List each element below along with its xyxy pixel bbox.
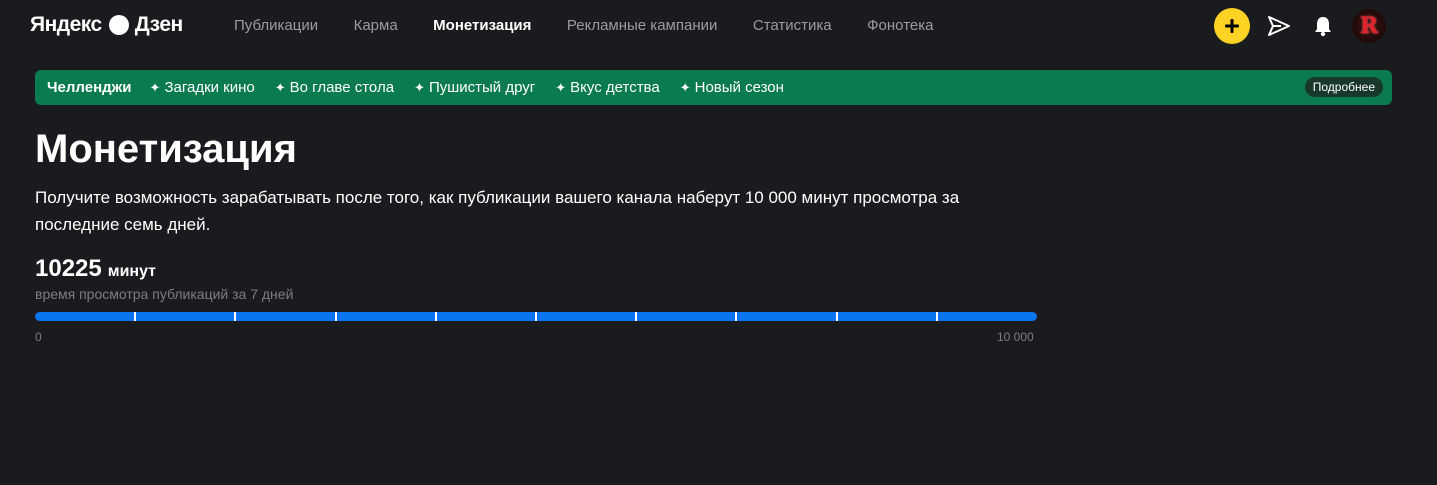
watch-time-caption: время просмотра публикаций за 7 дней [35,286,294,302]
watch-time-unit: минут [107,263,157,280]
create-button[interactable] [1214,8,1250,44]
nav-item-statistics[interactable]: Статистика [753,17,832,34]
main-nav: Публикации Карма Монетизация Рекламные к… [234,17,969,34]
challenge-chip-label: Вкус детства [570,79,660,96]
logo-text-yandex: Яндекс [30,13,102,36]
progress-segment-tick [335,312,337,321]
challenge-chip-label: Во главе стола [289,79,395,96]
header-actions: R [1214,8,1386,44]
nav-item-karma[interactable]: Карма [354,17,398,34]
progress-max-label: 10 000 [997,330,1034,344]
top-header: Яндекс Дзен Публикации Карма Монетизация… [0,0,1437,52]
progress-segment-tick [735,312,737,321]
sparkle-icon: ✦ [679,79,691,95]
bell-icon [1315,17,1331,37]
challenges-title: Челленджи [47,79,132,96]
challenge-chip[interactable]: ✦ Новый сезон [680,79,784,96]
watch-time-stat: 10225 минут [35,255,156,283]
challenge-chip[interactable]: ✦ Загадки кино [150,79,255,96]
watch-time-progress-bar [35,312,1037,321]
more-info-button[interactable]: Подробнее [1304,77,1383,97]
progress-segment-tick [836,312,838,321]
challenge-chip[interactable]: ✦ Вкус детства [555,79,659,96]
challenge-chip-label: Новый сезон [694,79,784,96]
challenge-chip-label: Пушистый друг [428,79,536,96]
monetization-description: Получите возможность зарабатывать после … [35,188,960,234]
send-icon [1268,16,1290,36]
plus-icon [1225,19,1239,33]
avatar-letter: R [1359,13,1379,39]
sparkle-icon: ✦ [414,79,425,95]
progress-segment-tick [234,312,236,321]
nav-item-monetization[interactable]: Монетизация [433,17,531,34]
nav-item-publications[interactable]: Публикации [234,17,318,34]
progress-segment-tick [635,312,637,321]
watch-time-value: 10225 [35,255,102,282]
progress-min-label: 0 [35,330,42,344]
challenge-chip[interactable]: ✦ Во главе стола [275,79,394,96]
yandex-zen-logo[interactable]: Яндекс Дзен [30,13,183,37]
progress-segment-tick [435,312,437,321]
sparkle-icon: ✦ [555,79,567,95]
notifications-button[interactable] [1308,8,1338,44]
page-title: Монетизация [35,127,297,171]
sparkle-icon: ✦ [149,79,161,95]
challenge-chip[interactable]: ✦ Пушистый друг [414,79,535,96]
challenges-banner: Челленджи ✦ Загадки кино ✦ Во главе стол… [35,70,1392,105]
progress-segment-tick [134,312,136,321]
nav-item-phonoteka[interactable]: Фонотека [867,17,933,34]
user-avatar[interactable]: R [1352,9,1386,43]
zen-dot-icon [108,15,129,35]
challenge-chip-label: Загадки кино [164,79,255,96]
sparkle-icon: ✦ [274,79,286,95]
logo-text-zen: Дзен [134,13,184,36]
progress-segment-tick [936,312,938,321]
nav-item-ad-campaigns[interactable]: Рекламные кампании [567,17,717,34]
progress-segment-tick [535,312,537,321]
messages-button[interactable] [1264,8,1294,44]
